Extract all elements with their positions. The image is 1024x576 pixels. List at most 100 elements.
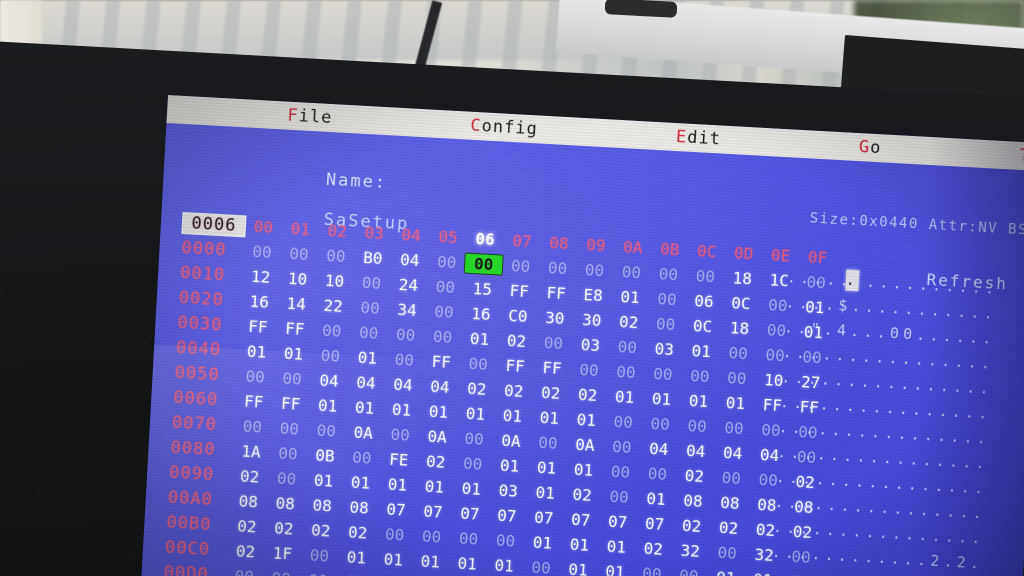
hex-byte-cell[interactable]: 02 bbox=[673, 515, 711, 536]
hex-byte-cell[interactable]: 00 bbox=[681, 366, 719, 387]
hex-byte-cell[interactable]: 0A bbox=[492, 430, 530, 451]
hex-byte-cell[interactable]: 00 bbox=[459, 353, 497, 374]
hex-byte-cell[interactable]: 01 bbox=[716, 393, 754, 414]
hex-byte-cell[interactable]: 00 bbox=[633, 563, 671, 576]
hex-byte-cell[interactable]: 04 bbox=[677, 441, 715, 462]
hex-byte-cell[interactable]: FF bbox=[235, 391, 273, 412]
hex-byte-cell[interactable]: 02 bbox=[339, 522, 377, 543]
hex-byte-cell[interactable]: 00 bbox=[307, 420, 345, 441]
hex-byte-cell[interactable]: 07 bbox=[562, 509, 600, 530]
hex-byte-cell[interactable]: 00 bbox=[387, 324, 425, 345]
hex-byte-cell[interactable]: 01 bbox=[305, 470, 343, 491]
hex-byte-cell[interactable]: 22 bbox=[314, 295, 352, 316]
hex-byte-cell[interactable]: 00 bbox=[385, 349, 423, 370]
hex-byte-cell[interactable]: 01 bbox=[346, 397, 384, 418]
hex-byte-cell[interactable]: 08 bbox=[674, 490, 712, 511]
hex-byte-cell[interactable]: 02 bbox=[417, 451, 455, 472]
hex-byte-cell[interactable]: 08 bbox=[303, 495, 341, 516]
hex-byte-cell[interactable]: E8 bbox=[574, 285, 612, 306]
hex-byte-cell[interactable]: 00 bbox=[529, 432, 567, 453]
hex-byte-cell[interactable]: 00 bbox=[502, 256, 540, 277]
hex-byte-cell[interactable]: 00 bbox=[604, 412, 642, 433]
hex-byte-cell[interactable]: 08 bbox=[229, 491, 267, 512]
hex-byte-cell[interactable]: 01 bbox=[378, 474, 416, 495]
hex-byte-cell[interactable]: 30 bbox=[573, 310, 611, 331]
hex-byte-cell[interactable]: 01 bbox=[485, 555, 523, 576]
hex-byte-cell[interactable]: 1A bbox=[232, 441, 270, 462]
hex-byte-cell[interactable]: FF bbox=[537, 283, 575, 304]
hex-byte-cell[interactable]: 00 bbox=[351, 297, 389, 318]
hex-byte-cell[interactable]: 00 bbox=[715, 418, 753, 439]
hex-byte-cell[interactable]: 04 bbox=[421, 376, 459, 397]
hex-byte-cell[interactable]: 01 bbox=[637, 488, 675, 509]
hex-byte-cell[interactable]: 02 bbox=[227, 541, 265, 562]
hex-byte-cell[interactable]: 02 bbox=[231, 466, 269, 487]
hex-byte-cell[interactable]: 01 bbox=[643, 389, 681, 410]
hex-byte-cell[interactable]: 0C bbox=[684, 316, 722, 337]
hex-byte-cell[interactable]: 00 bbox=[269, 443, 307, 464]
hex-byte-cell[interactable]: 00 bbox=[534, 333, 572, 354]
hex-byte-cell[interactable]: 04 bbox=[310, 370, 348, 391]
hex-byte-cell[interactable]: 0C bbox=[722, 293, 760, 314]
hex-byte-cell[interactable]: B0 bbox=[354, 248, 392, 269]
hex-byte-cell[interactable]: 02 bbox=[675, 465, 713, 486]
hex-byte-cell[interactable]: 01 bbox=[341, 472, 379, 493]
hex-byte-cell[interactable]: 00 bbox=[712, 468, 750, 489]
hex-byte-cell[interactable]: 01 bbox=[452, 478, 490, 499]
hex-byte-cell[interactable]: 00 bbox=[317, 245, 355, 266]
hex-byte-cell[interactable]: 02 bbox=[458, 378, 496, 399]
hex-byte-cell[interactable]: 00 bbox=[576, 260, 614, 281]
hex-byte-cell[interactable]: 00 bbox=[381, 424, 419, 445]
hex-byte-cell[interactable]: 01 bbox=[411, 551, 449, 572]
hex-byte-cell[interactable]: 0A bbox=[418, 426, 456, 447]
hex-byte-cell[interactable]: 32 bbox=[671, 540, 709, 561]
hex-byte-cell[interactable]: 01 bbox=[707, 567, 745, 576]
hex-byte-cell[interactable]: 03 bbox=[571, 335, 609, 356]
hex-byte-cell[interactable]: 01 bbox=[448, 553, 486, 574]
hex-byte-cell[interactable]: 04 bbox=[347, 372, 385, 393]
hex-byte-cell[interactable]: 07 bbox=[525, 507, 563, 528]
hex-byte-cell[interactable]: 00 bbox=[450, 528, 488, 549]
hex-byte-cell[interactable]: 10 bbox=[279, 268, 317, 289]
hex-byte-cell[interactable]: 34 bbox=[388, 299, 426, 320]
hex-byte-cell[interactable]: 07 bbox=[636, 513, 674, 534]
hex-byte-cell[interactable]: 01 bbox=[560, 534, 598, 555]
hex-byte-cell[interactable]: 04 bbox=[640, 439, 678, 460]
hex-byte-cell[interactable]: 01 bbox=[565, 459, 603, 480]
hex-byte-cell[interactable]: 00 bbox=[280, 243, 318, 264]
hex-byte-cell[interactable]: 01 bbox=[679, 391, 717, 412]
hex-byte-cell[interactable]: 00 bbox=[273, 368, 311, 389]
hex-byte-cell[interactable]: 00 bbox=[454, 453, 492, 474]
hex-byte-cell[interactable]: 02 bbox=[610, 312, 648, 333]
hex-byte-cell[interactable]: C0 bbox=[499, 306, 537, 327]
hex-byte-cell[interactable]: 02 bbox=[228, 516, 266, 537]
hex-byte-cell[interactable]: 00 bbox=[270, 418, 308, 439]
hex-byte-cell[interactable]: FF bbox=[422, 351, 460, 372]
hex-byte-cell[interactable]: 01 bbox=[567, 409, 605, 430]
hex-byte-cell[interactable]: 00 bbox=[487, 530, 525, 551]
hex-byte-cell[interactable]: 00 bbox=[313, 320, 351, 341]
hex-byte-cell[interactable]: 07 bbox=[451, 503, 489, 524]
hex-byte-cell[interactable]: 01 bbox=[493, 405, 531, 426]
hex-byte-cell[interactable]: 00 bbox=[413, 526, 451, 547]
hex-byte-cell[interactable]: 00 bbox=[350, 322, 388, 343]
hex-byte-cell[interactable]: 02 bbox=[532, 382, 570, 403]
hex-byte-cell[interactable]: 00 bbox=[236, 366, 274, 387]
hex-byte-cell[interactable]: 01 bbox=[238, 341, 276, 362]
hex-byte-cell[interactable]: FF bbox=[496, 355, 534, 376]
hex-byte-cell[interactable]: 01 bbox=[337, 547, 375, 568]
hex-rows-container[interactable]: 0000 00 00 00 B0 04 00 00 00 00 00 00 00 00 18 1C 00 0010… bbox=[160, 235, 835, 576]
hex-byte-cell[interactable]: 01 bbox=[461, 328, 499, 349]
hex-byte-cell[interactable]: 00 bbox=[376, 524, 414, 545]
hex-byte-cell[interactable]: 00 bbox=[233, 416, 271, 437]
hex-byte-cell[interactable]: 02 bbox=[302, 520, 340, 541]
hex-byte-cell[interactable]: 01 bbox=[274, 343, 312, 364]
hex-byte-cell[interactable]: 00 bbox=[424, 326, 462, 347]
hex-byte-cell[interactable]: 00 bbox=[719, 343, 757, 364]
hex-byte-cell[interactable]: 00 bbox=[638, 463, 676, 484]
hex-byte-cell[interactable]: 07 bbox=[377, 499, 415, 520]
hex-byte-cell[interactable]: 01 bbox=[526, 482, 564, 503]
hex-byte-cell[interactable]: 00 bbox=[612, 262, 650, 283]
hex-byte-cell[interactable]: FF bbox=[239, 316, 277, 337]
hex-byte-cell[interactable]: 00 bbox=[708, 542, 746, 563]
